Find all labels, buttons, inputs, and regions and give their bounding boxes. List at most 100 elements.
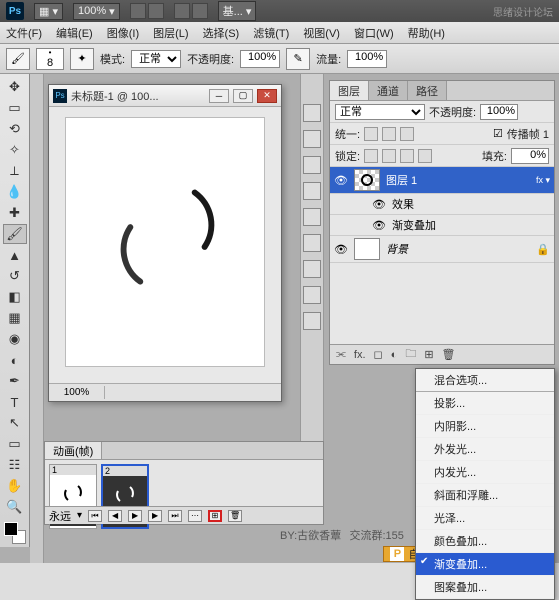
brush-size[interactable]: •8 [36,48,64,70]
fg-bg-colors[interactable] [4,522,26,544]
zoom-tool[interactable]: 🔍 [3,497,27,517]
history-icon[interactable] [303,286,321,304]
visibility-icon[interactable]: 👁 [372,219,386,232]
opacity-input[interactable]: 100% [240,50,280,68]
maximize-button[interactable]: ▢ [233,89,253,103]
tab-paths[interactable]: 路径 [408,81,447,100]
menu-filter[interactable]: 滤镜(T) [253,25,289,41]
lasso-tool[interactable]: ⟲ [3,119,27,139]
unify-vis-icon[interactable] [382,127,396,141]
menu-gradient-overlay[interactable]: 渐变叠加... [416,553,554,576]
heal-tool[interactable]: ✚ [3,203,27,223]
lock-pos-icon[interactable] [400,149,414,163]
para-icon[interactable] [303,234,321,252]
menu-drop-shadow[interactable]: 投影... [416,392,554,415]
menu-edit[interactable]: 编辑(E) [56,25,93,41]
type-tool[interactable]: T [3,392,27,412]
close-button[interactable]: ✕ [257,89,277,103]
unify-pos-icon[interactable] [364,127,378,141]
delete-frame-button[interactable]: 🗑 [228,510,242,522]
lock-trans-icon[interactable] [364,149,378,163]
mask-icon[interactable]: ◻ [374,348,383,361]
masks-icon[interactable] [303,182,321,200]
menu-select[interactable]: 选择(S) [203,25,240,41]
menu-window[interactable]: 窗口(W) [354,25,394,41]
background-row[interactable]: 👁 背景 🔒 [330,236,554,263]
blur-tool[interactable]: ◉ [3,329,27,349]
hand-icon[interactable] [130,3,146,19]
last-frame-button[interactable]: ⏭ [168,510,182,522]
effects-row[interactable]: 👁 效果 [330,194,554,215]
crop-tool[interactable]: ⟂ [3,161,27,181]
visibility-icon[interactable]: 👁 [334,174,348,187]
new-frame-button[interactable]: ⊞ [208,510,222,522]
propagate-checkbox[interactable]: ☑ [493,127,503,140]
menu-color-overlay[interactable]: 颜色叠加... [416,530,554,553]
minimize-button[interactable]: ─ [209,89,229,103]
gradient-tool[interactable]: ▦ [3,308,27,328]
visibility-icon[interactable]: 👁 [334,243,348,256]
fx-indicator[interactable]: fx ▾ [536,175,550,186]
shape-tool[interactable]: ▭ [3,434,27,454]
eyedropper-tool[interactable]: 💧 [3,182,27,202]
tween-button[interactable]: ⋯ [188,510,202,522]
pen-tool[interactable]: ✒ [3,371,27,391]
dodge-tool[interactable]: ◐ [3,350,27,370]
menu-view[interactable]: 视图(V) [303,25,340,41]
loop-select[interactable]: 永远 [49,508,71,524]
wand-tool[interactable]: ✧ [3,140,27,160]
flow-input[interactable]: 100% [347,50,387,68]
first-frame-button[interactable]: ⏮ [88,510,102,522]
adjust-icon[interactable] [303,156,321,174]
menu-blend-options[interactable]: 混合选项... [416,369,554,392]
char-icon[interactable] [303,208,321,226]
3d-tool[interactable]: ☷ [3,455,27,475]
gradient-overlay-row[interactable]: 👁 渐变叠加 [330,215,554,236]
canvas[interactable] [65,117,265,367]
layer-opacity-input[interactable]: 100% [480,104,518,120]
layer-row-1[interactable]: 👁 图层 1 fx ▾ [330,167,554,194]
zoom-dd[interactable]: 100% ▾ [73,3,120,20]
bg-thumb[interactable] [354,238,380,260]
info-icon[interactable] [303,312,321,330]
grid-icon[interactable] [148,3,164,19]
brush-panel[interactable]: ✦ [70,48,94,70]
tablet-opacity-icon[interactable]: ✎ [286,48,310,70]
menu-bevel[interactable]: 斜面和浮雕... [416,484,554,507]
screen-icon[interactable] [174,3,190,19]
menu-layer[interactable]: 图层(L) [153,25,188,41]
layer-blend-select[interactable]: 正常 [335,104,425,120]
marquee-tool[interactable]: ▭ [3,98,27,118]
lock-pixel-icon[interactable] [382,149,396,163]
menu-inner-shadow[interactable]: 内阴影... [416,415,554,438]
eraser-tool[interactable]: ◧ [3,287,27,307]
next-frame-button[interactable]: ▶ [148,510,162,522]
new-icon[interactable]: ⊞ [424,348,433,361]
menu-file[interactable]: 文件(F) [6,25,42,41]
anim-tab[interactable]: 动画(帧) [45,442,102,459]
menu-outer-glow[interactable]: 外发光... [416,438,554,461]
visibility-icon[interactable]: 👁 [372,198,386,211]
blend-mode-select[interactable]: 正常 [131,50,181,68]
brush-tool[interactable]: 🖌 [3,224,27,244]
menu-satin[interactable]: 光泽... [416,507,554,530]
ruler-icon[interactable] [192,3,208,19]
menu-inner-glow[interactable]: 内发光... [416,461,554,484]
lock-all-icon[interactable] [418,149,432,163]
play-button[interactable]: ▶ [128,510,142,522]
workspace-dd[interactable]: ▦ ▾ [34,3,63,20]
styles-icon[interactable] [303,130,321,148]
actions-icon[interactable] [303,260,321,278]
delete-icon[interactable]: 🗑 [442,348,456,361]
tab-layers[interactable]: 图层 [330,81,369,100]
prev-frame-button[interactable]: ◀ [108,510,122,522]
collapsed-panel-strip[interactable] [30,74,44,563]
path-tool[interactable]: ↖ [3,413,27,433]
fx-button[interactable]: fx. [354,349,366,361]
history-brush-tool[interactable]: ↺ [3,266,27,286]
link-icon[interactable]: ⫘ [336,348,346,361]
doc-zoom[interactable]: 100% [49,386,105,399]
unify-style-icon[interactable] [400,127,414,141]
tool-preset[interactable]: 🖌 [6,48,30,70]
menu-help[interactable]: 帮助(H) [408,25,445,41]
